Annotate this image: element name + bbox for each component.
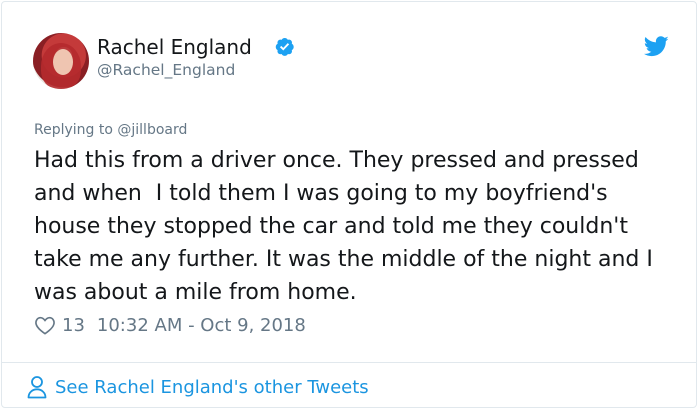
tweet-card: Rachel England @Rachel_England Replying … [1,1,697,408]
person-icon [27,376,47,399]
see-other-tweets-link[interactable]: See Rachel England's other Tweets [26,375,369,399]
replying-to-prefix: Replying to [34,122,113,138]
avatar-face [53,49,73,75]
like-count[interactable]: 13 [62,315,85,336]
author-name[interactable]: Rachel England [97,35,252,59]
replying-to-handle-link[interactable]: @jillboard [117,122,187,138]
tweet-timestamp[interactable]: 10:32 AM - Oct 9, 2018 [97,315,306,336]
author-handle[interactable]: @Rachel_England [97,61,235,79]
twitter-bird-icon[interactable] [644,36,669,57]
avatar[interactable] [33,33,89,89]
heart-icon[interactable] [34,315,56,335]
divider [2,362,696,363]
verified-badge-icon [275,37,294,56]
tweet-meta: 13 10:32 AM - Oct 9, 2018 [34,314,306,336]
tweet-text: Had this from a driver once. They presse… [34,148,660,305]
replying-to: Replying to @jillboard [34,122,187,138]
see-other-tweets-label[interactable]: See Rachel England's other Tweets [55,377,369,398]
